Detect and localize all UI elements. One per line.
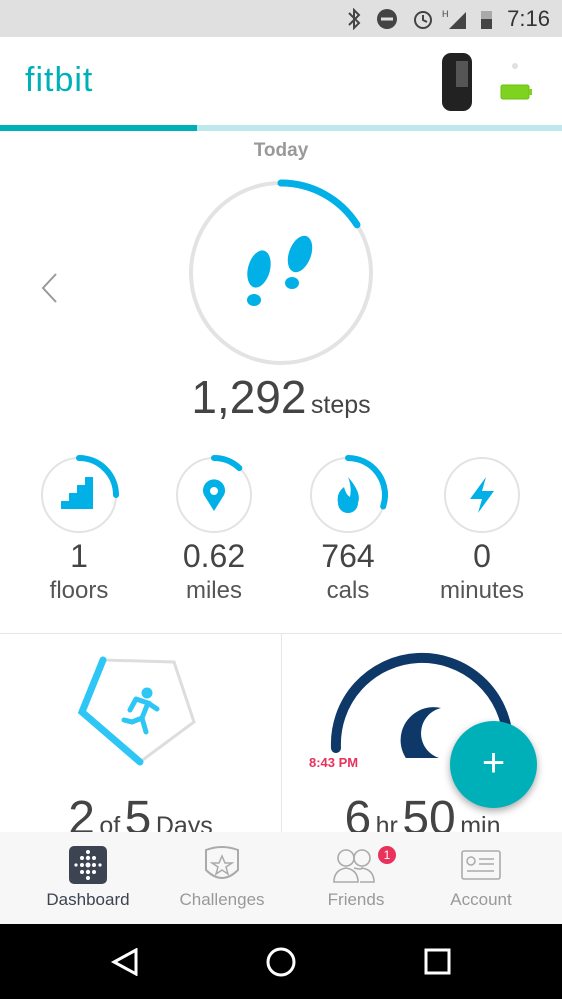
sync-icon (512, 63, 518, 69)
sleep-min-unit: min (460, 812, 501, 833)
day-progress-fill (0, 125, 197, 131)
account-card-icon (461, 850, 501, 880)
exercise-of: of (99, 812, 121, 833)
lightning-icon (470, 477, 494, 513)
sleep-hr-unit: hr (375, 812, 398, 833)
dashboard-icon (69, 846, 107, 884)
miles-label: miles (185, 577, 242, 604)
day-label: Today (253, 140, 309, 161)
sleep-start-time: 8:43 PM (309, 755, 359, 770)
fitbit-logo: fitbit (25, 61, 94, 99)
steps-ring-progress (277, 179, 361, 229)
sleep-hours: 6 (344, 792, 372, 833)
nav-label: Account (450, 890, 512, 909)
device-status[interactable] (438, 51, 538, 113)
home-icon[interactable] (265, 946, 297, 978)
android-nav-bar (0, 924, 562, 999)
running-person-icon (121, 687, 160, 735)
location-pin-icon (203, 479, 225, 511)
svg-text:H: H (442, 9, 449, 19)
steps-ring[interactable] (187, 179, 375, 367)
flame-icon (337, 477, 359, 513)
previous-day-chevron-icon[interactable] (38, 272, 62, 304)
nav-label: Dashboard (46, 890, 130, 909)
minutes-label: minutes (439, 577, 525, 604)
exercise-unit: Days (155, 812, 213, 833)
bottom-nav: Dashboard Challenges 1 Friends Account (0, 832, 562, 924)
floors-ring[interactable] (39, 455, 119, 535)
nav-friends[interactable]: 1 Friends (286, 832, 426, 924)
day-progress-track (0, 125, 562, 131)
exercise-count: 2 (68, 792, 95, 833)
tracker-band-image (442, 53, 472, 111)
add-button[interactable]: + (450, 721, 537, 808)
minutes-ring[interactable] (442, 455, 522, 535)
exercise-card[interactable]: 2 of 5 Days (0, 634, 281, 833)
miles-ring[interactable] (174, 455, 254, 535)
cals-value: 764 (321, 538, 375, 574)
footprints-icon (247, 235, 313, 306)
recents-icon[interactable] (424, 948, 452, 976)
friends-badge: 1 (378, 846, 396, 864)
stat-cals[interactable]: 764 cals (281, 538, 415, 605)
challenges-shield-star-icon (205, 846, 239, 879)
stat-minutes[interactable]: 0 minutes (415, 538, 549, 605)
stat-miles[interactable]: 0.62 miles (147, 538, 281, 605)
steps-unit: steps (310, 391, 371, 419)
status-icons: H (348, 8, 492, 30)
cals-label: cals (326, 577, 370, 604)
status-bar: H 7:16 (0, 0, 562, 37)
app-header: fitbit (0, 37, 562, 125)
nav-label: Challenges (179, 890, 265, 909)
nav-challenges[interactable]: Challenges (152, 832, 292, 924)
minutes-value: 0 (473, 538, 491, 574)
nav-label: Friends (327, 890, 385, 909)
friends-icon (333, 849, 375, 883)
clock: 7:16 (507, 6, 550, 31)
miles-ring-progress (211, 455, 243, 472)
stairs-icon (61, 477, 93, 509)
stat-floors[interactable]: 1 floors (12, 538, 146, 605)
back-icon[interactable] (110, 948, 140, 976)
sleep-minutes: 50 (402, 792, 456, 833)
exercise-shield (77, 656, 196, 766)
steps-value: 1,292 (191, 371, 307, 423)
cals-ring[interactable] (308, 455, 388, 535)
do-not-disturb-icon (377, 9, 397, 29)
alarm-icon (414, 11, 432, 29)
nav-dashboard[interactable]: Dashboard (18, 832, 158, 924)
steps-count: 1,292 steps (0, 370, 562, 424)
bluetooth-icon (348, 8, 361, 30)
floors-value: 1 (70, 538, 88, 574)
battery-full-icon (500, 84, 532, 100)
nav-account[interactable]: Account (411, 832, 551, 924)
floors-label: floors (49, 577, 109, 604)
exercise-summary: 2 of 5 Days (0, 791, 281, 833)
miles-value: 0.62 (182, 538, 246, 574)
battery-icon (481, 11, 492, 29)
signal-h-icon: H (442, 9, 466, 29)
exercise-total: 5 (124, 792, 152, 833)
